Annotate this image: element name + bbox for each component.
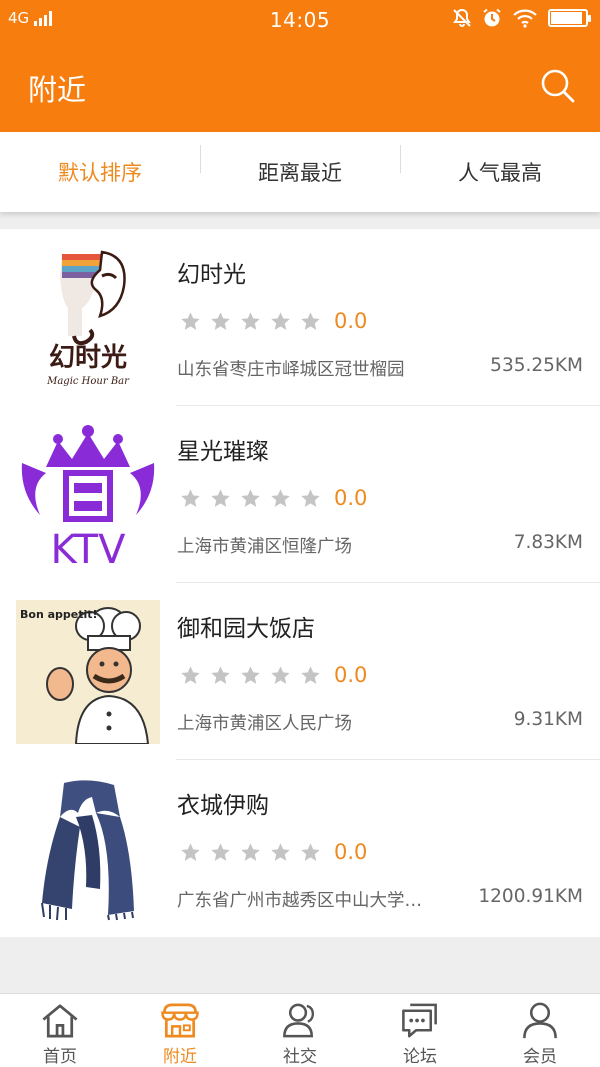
star-icon [301, 311, 320, 330]
app-root: 4G 14:05 附近 默认排序 距离最近 人气最高 幻时光 Magic Hou… [0, 0, 600, 1067]
place-address: 上海市黄浦区人民广场 [177, 714, 352, 734]
star-icon [181, 488, 200, 507]
wifi-icon [513, 9, 537, 28]
battery-level [551, 12, 582, 24]
alarm-icon [483, 8, 501, 27]
chef-image: Bon appetit! [16, 600, 160, 744]
star-icon [211, 311, 230, 330]
star-icon [241, 311, 260, 330]
rating-stars: 0.0 [180, 486, 367, 510]
place-address: 上海市黄浦区恒隆广场 [177, 537, 352, 557]
bottom-tab-bar: 首页 附近 社交 论坛 会员 [0, 993, 600, 1067]
star-icon [271, 665, 290, 684]
place-name: 幻时光 [177, 262, 246, 288]
rating-stars: 0.0 [180, 309, 367, 333]
star-icon [271, 488, 290, 507]
rating-value: 0.0 [334, 663, 368, 687]
scarf-image [16, 777, 160, 921]
star-icon [301, 488, 320, 507]
thumb-logo-text: Bon appetit! [20, 608, 98, 621]
rating-value: 0.0 [334, 486, 368, 510]
search-icon [541, 69, 575, 103]
star-icon [211, 665, 230, 684]
tab-forum[interactable]: 论坛 [360, 994, 480, 1067]
sort-tab-popularity[interactable]: 人气最高 [400, 145, 600, 187]
star-icon [181, 842, 200, 861]
tab-label: 附近 [163, 1047, 197, 1067]
chat-icon [402, 1003, 437, 1038]
rating-stars: 0.0 [180, 840, 367, 864]
place-thumbnail: 幻时光 Magic Hour Bar [16, 246, 160, 390]
place-thumbnail: Bon appetit! [16, 600, 160, 744]
star-icon [241, 842, 260, 861]
tab-home[interactable]: 首页 [0, 994, 120, 1067]
shop-icon [161, 1003, 199, 1038]
bar-logo-image: 幻时光 Magic Hour Bar [16, 246, 160, 390]
thumb-logo-text: 幻时光 [49, 343, 127, 373]
tab-label: 首页 [43, 1047, 77, 1067]
tab-member[interactable]: 会员 [480, 994, 600, 1067]
place-distance: 9.31KM [513, 709, 583, 730]
place-name: 御和园大饭店 [177, 616, 315, 642]
star-icon [271, 311, 290, 330]
person-icon [523, 1002, 557, 1039]
tab-social[interactable]: 社交 [240, 994, 360, 1067]
list-item[interactable]: 衣城伊购 0.0 广东省广州市越秀区中山大学… 1200.91KM [0, 760, 600, 937]
thumb-logo-text: KTV [51, 527, 127, 567]
rating-value: 0.0 [334, 309, 368, 333]
thumb-logo-subtext: Magic Hour Bar [46, 376, 130, 387]
tab-label: 会员 [523, 1047, 557, 1067]
star-icon [181, 311, 200, 330]
sort-bar: 默认排序 距离最近 人气最高 [0, 132, 600, 212]
rating-stars: 0.0 [180, 663, 367, 687]
battery-icon [548, 9, 591, 27]
star-icon [181, 665, 200, 684]
place-address: 广东省广州市越秀区中山大学… [177, 891, 422, 911]
sort-tab-default[interactable]: 默认排序 [0, 157, 200, 187]
rating-value: 0.0 [334, 840, 368, 864]
place-name: 衣城伊购 [177, 793, 269, 819]
place-address: 山东省枣庄市峄城区冠世榴园 [177, 360, 405, 380]
place-thumbnail: KTV [16, 423, 160, 567]
status-icons [452, 8, 591, 28]
tab-label: 论坛 [403, 1047, 437, 1067]
place-list: 幻时光 Magic Hour Bar 幻时光 0.0 山东省枣庄市峄城区冠世榴园… [0, 229, 600, 937]
star-icon [211, 488, 230, 507]
list-item[interactable]: 幻时光 Magic Hour Bar 幻时光 0.0 山东省枣庄市峄城区冠世榴园… [0, 229, 600, 406]
star-icon [301, 665, 320, 684]
star-icon [211, 842, 230, 861]
search-button[interactable] [538, 66, 578, 106]
mute-icon [453, 8, 471, 27]
star-icon [271, 842, 290, 861]
tab-nearby[interactable]: 附近 [120, 994, 240, 1067]
star-icon [301, 842, 320, 861]
status-bar: 4G 14:05 [0, 0, 600, 40]
place-distance: 7.83KM [513, 532, 583, 553]
place-distance: 535.25KM [490, 355, 583, 376]
home-icon [42, 1004, 78, 1038]
list-item[interactable]: KTV 星光璀璨 0.0 上海市黄浦区恒隆广场 7.83KM [0, 406, 600, 583]
star-icon [241, 665, 260, 684]
people-icon [283, 1003, 314, 1038]
place-distance: 1200.91KM [478, 886, 583, 907]
sort-tab-distance[interactable]: 距离最近 [200, 145, 400, 187]
list-item[interactable]: Bon appetit! 御和园大饭店 0.0 上海市黄浦区人民广场 9.31K… [0, 583, 600, 760]
place-name: 星光璀璨 [177, 439, 269, 465]
header: 附近 [0, 40, 600, 132]
place-thumbnail [16, 777, 160, 921]
ktv-logo-image: KTV [16, 423, 160, 567]
page-title: 附近 [28, 73, 87, 107]
tab-label: 社交 [283, 1047, 317, 1067]
star-icon [241, 488, 260, 507]
